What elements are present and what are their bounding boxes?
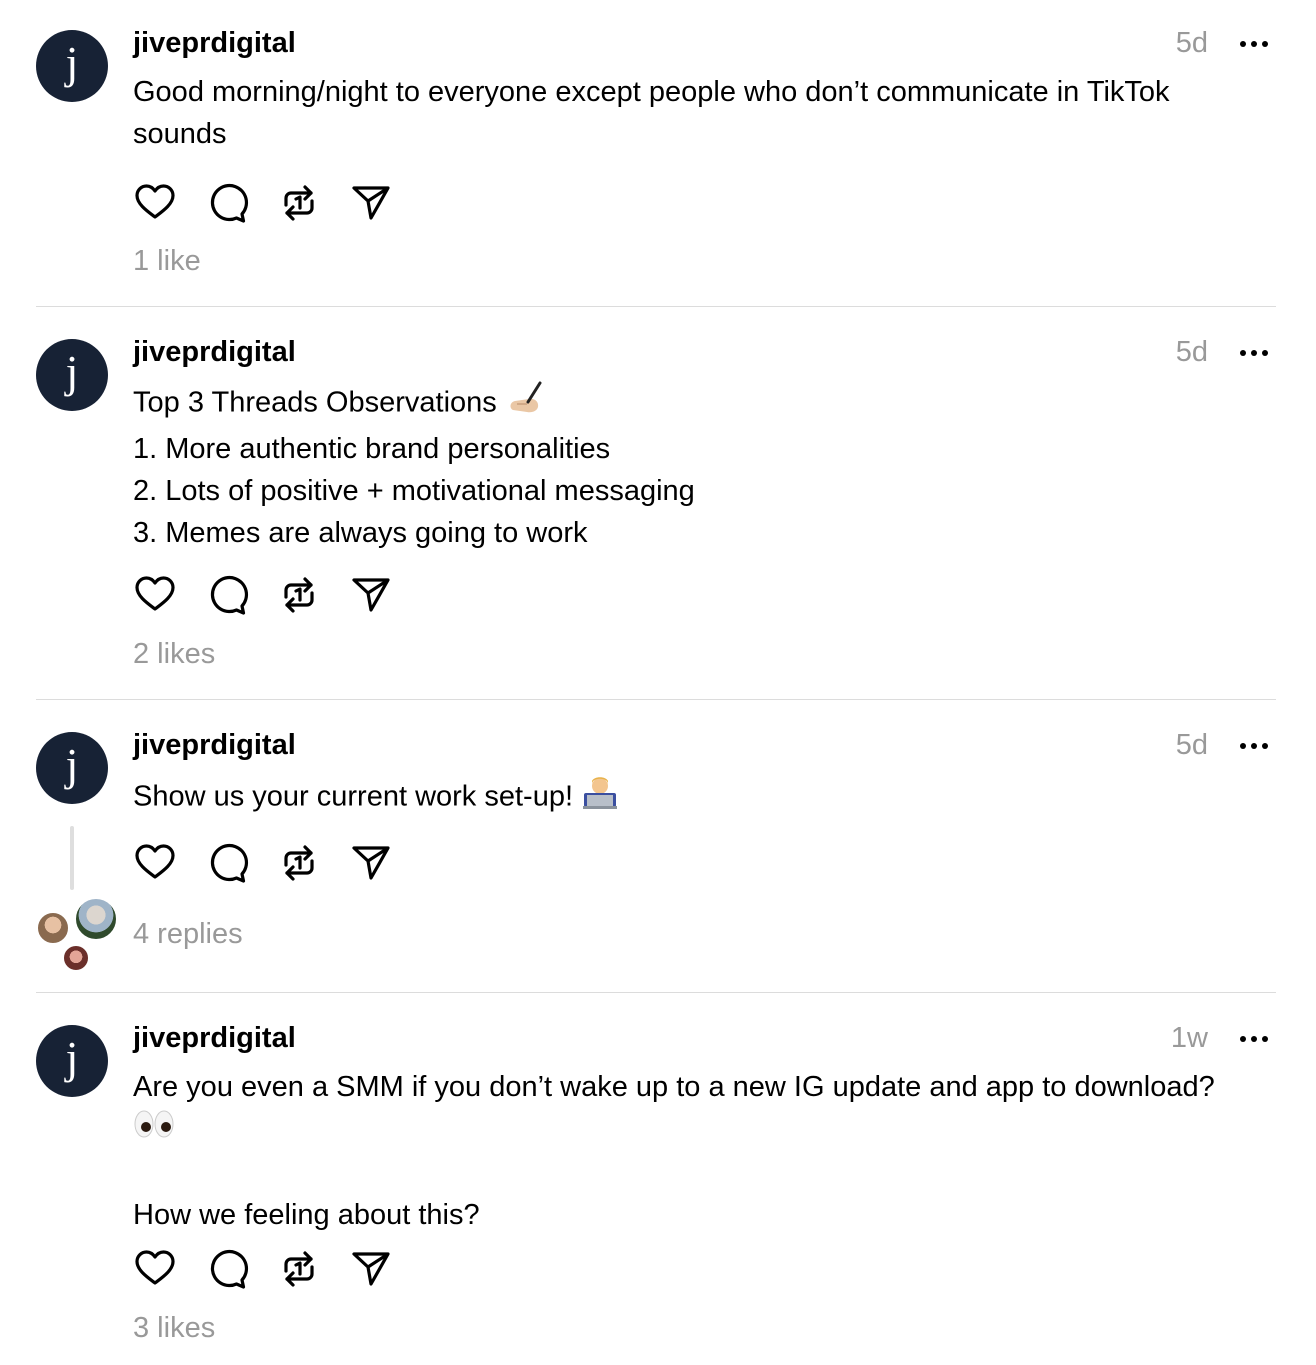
heart-icon[interactable]	[133, 181, 177, 225]
username[interactable]: jiveprdigital	[133, 26, 296, 60]
divider	[36, 699, 1276, 700]
eyes-emoji	[133, 1108, 175, 1152]
comment-icon[interactable]	[205, 1247, 249, 1291]
writing-hand-emoji	[505, 380, 545, 428]
post-time: 5d	[1175, 336, 1208, 368]
like-count[interactable]: 3 likes	[133, 1311, 215, 1345]
username[interactable]: jiveprdigital	[133, 335, 296, 369]
share-icon[interactable]	[349, 1247, 393, 1291]
share-icon[interactable]	[349, 573, 393, 617]
divider	[36, 992, 1276, 993]
more-icon[interactable]	[1240, 350, 1270, 358]
repost-icon[interactable]	[277, 181, 321, 225]
comment-icon[interactable]	[205, 181, 249, 225]
avatar[interactable]: j	[36, 1025, 108, 1097]
share-icon[interactable]	[349, 841, 393, 885]
comment-icon[interactable]	[205, 573, 249, 617]
reply-avatar[interactable]	[62, 944, 90, 972]
heart-icon[interactable]	[133, 841, 177, 885]
avatar[interactable]: j	[36, 339, 108, 411]
comment-icon[interactable]	[205, 841, 249, 885]
post-time: 1w	[1170, 1022, 1208, 1054]
post-time: 5d	[1175, 27, 1208, 59]
divider	[36, 306, 1276, 307]
post-text: Good morning/night to everyone except pe…	[133, 76, 1170, 150]
more-icon[interactable]	[1240, 1036, 1270, 1044]
reply-count[interactable]: 4 replies	[133, 917, 243, 951]
reply-avatar[interactable]	[36, 911, 70, 945]
heart-icon[interactable]	[133, 1247, 177, 1291]
heart-icon[interactable]	[133, 573, 177, 617]
avatar[interactable]: j	[36, 732, 108, 804]
thread-line	[70, 826, 74, 890]
username[interactable]: jiveprdigital	[133, 728, 296, 762]
share-icon[interactable]	[349, 181, 393, 225]
repost-icon[interactable]	[277, 1247, 321, 1291]
more-icon[interactable]	[1240, 743, 1270, 751]
like-count[interactable]: 2 likes	[133, 637, 215, 671]
repost-icon[interactable]	[277, 841, 321, 885]
repost-icon[interactable]	[277, 573, 321, 617]
technologist-emoji	[581, 773, 619, 823]
post-time: 5d	[1175, 729, 1208, 761]
like-count[interactable]: 1 like	[133, 244, 201, 278]
username[interactable]: jiveprdigital	[133, 1021, 296, 1055]
post-text: Are you even a SMM if you don’t wake up …	[133, 1071, 1215, 1232]
post-text: Top 3 Threads Observations 1. More authe…	[133, 380, 1283, 554]
avatar[interactable]: j	[36, 30, 108, 102]
reply-avatar[interactable]	[74, 897, 118, 941]
more-icon[interactable]	[1240, 41, 1270, 49]
post-text: Show us your current work set-up!	[133, 773, 1283, 823]
